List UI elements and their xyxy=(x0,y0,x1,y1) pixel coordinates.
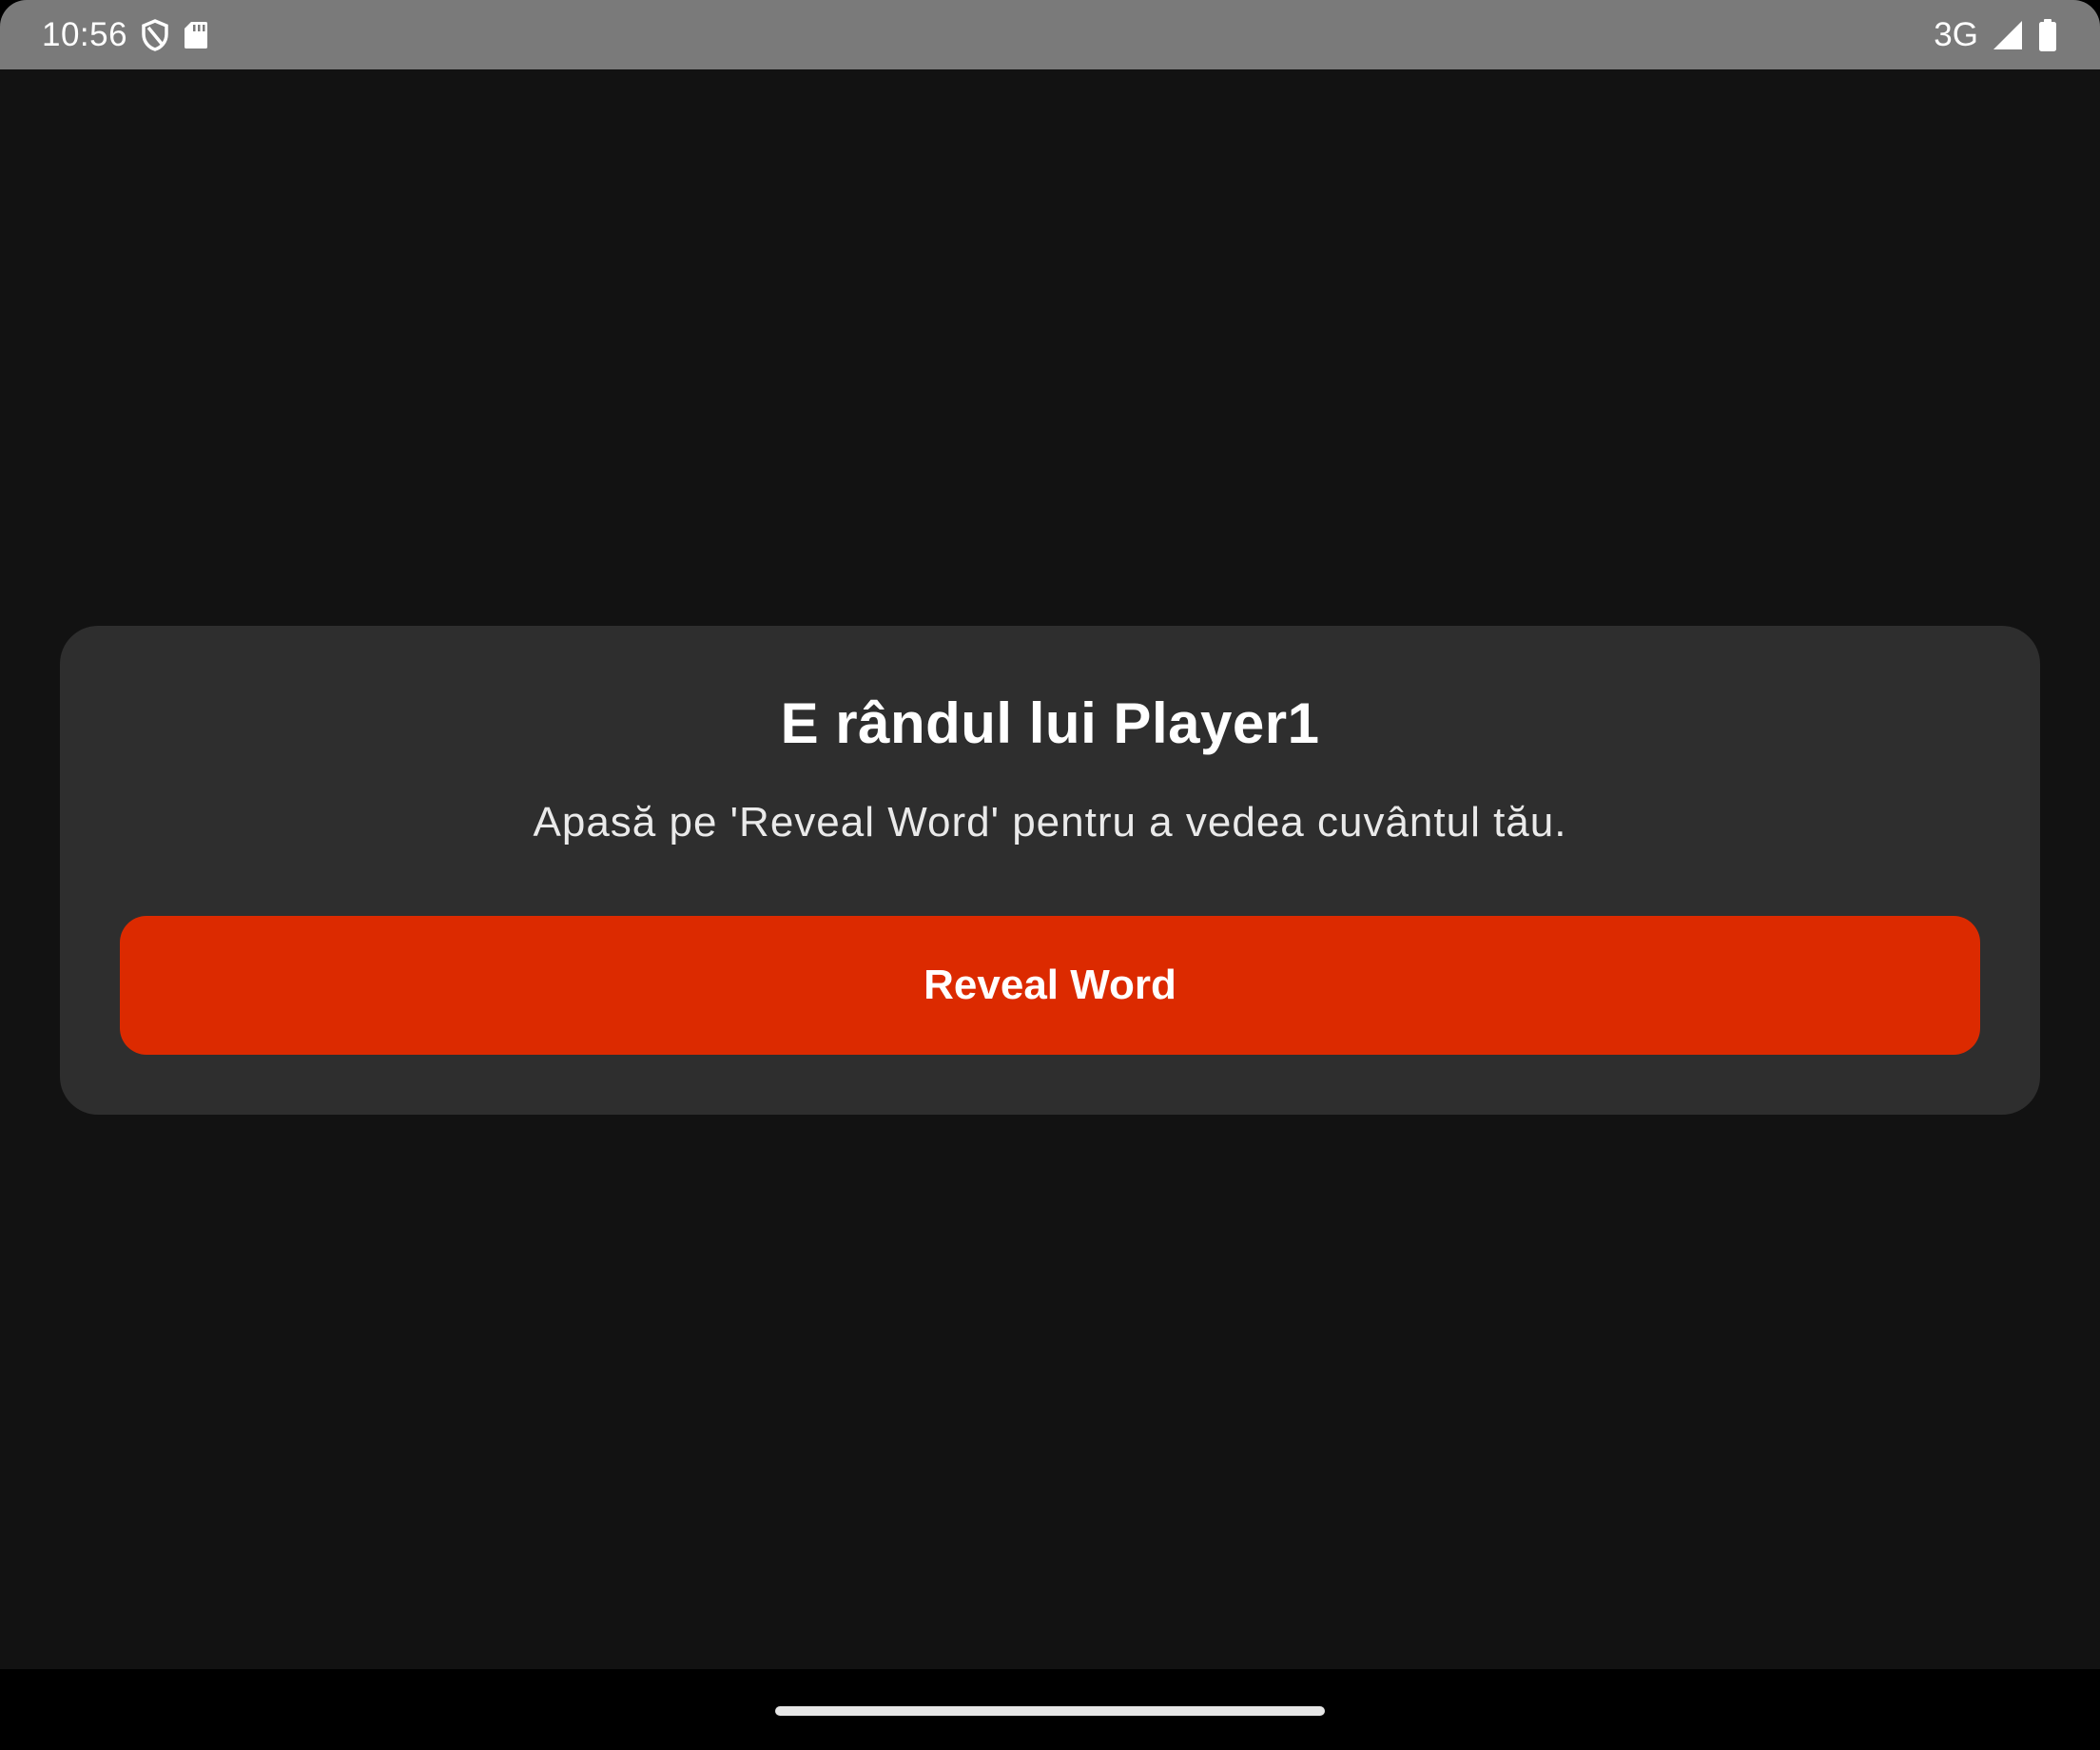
navigation-bar xyxy=(0,1669,2100,1750)
turn-title: E rândul lui Player1 xyxy=(780,691,1320,755)
status-time: 10:56 xyxy=(42,15,128,53)
vpn-shield-icon xyxy=(141,18,169,51)
main-content: E rândul lui Player1 Apasă pe 'Reveal Wo… xyxy=(0,69,2100,1669)
turn-card: E rândul lui Player1 Apasă pe 'Reveal Wo… xyxy=(60,626,2040,1115)
status-bar-left: 10:56 xyxy=(42,16,209,54)
device-screen: 10:56 3G E rândul lui Player1 Apasă pe '… xyxy=(0,0,2100,1750)
cell-signal-icon xyxy=(1992,19,2024,51)
network-type-label: 3G xyxy=(1934,15,1978,53)
status-bar: 10:56 3G xyxy=(0,0,2100,69)
battery-icon xyxy=(2037,18,2058,52)
home-gesture-handle[interactable] xyxy=(775,1706,1325,1716)
sd-card-icon xyxy=(183,20,209,50)
turn-instructions: Apasă pe 'Reveal Word' pentru a vedea cu… xyxy=(533,799,1567,846)
status-bar-right: 3G xyxy=(1934,16,2058,54)
reveal-word-button[interactable]: Reveal Word xyxy=(120,916,1980,1055)
